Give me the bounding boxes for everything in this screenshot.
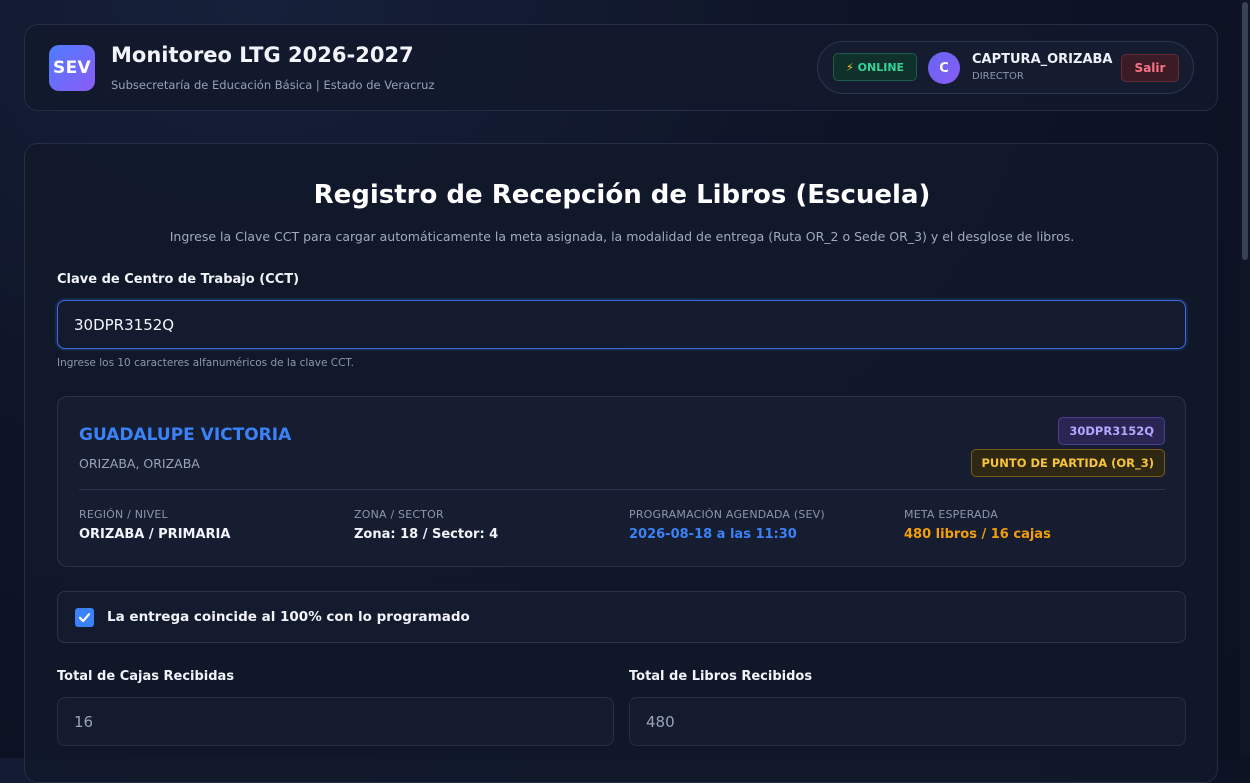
- delivery-mode-badge: PUNTO DE PARTIDA (OR_3): [970, 449, 1165, 477]
- online-status-label: ONLINE: [857, 60, 905, 74]
- region-info: REGIÓN / NIVEL ORIZABA / PRIMARIA: [79, 508, 230, 542]
- user-name: CAPTURA_ORIZABA: [972, 52, 1113, 67]
- region-value: ORIZABA / PRIMARIA: [79, 527, 231, 542]
- sev-logo: SEV: [49, 45, 95, 91]
- region-label: REGIÓN / NIVEL: [79, 508, 168, 521]
- boxes-input[interactable]: [57, 697, 614, 746]
- zone-info: ZONA / SECTOR Zona: 18 / Sector: 4: [354, 508, 498, 542]
- page-scrollbar[interactable]: [1240, 0, 1250, 758]
- school-info-panel: GUADALUPE VICTORIA ORIZABA, ORIZABA 30DP…: [57, 396, 1186, 567]
- zone-label: ZONA / SECTOR: [354, 508, 444, 521]
- user-panel: ⚡ ONLINE C CAPTURA_ORIZABA DIRECTOR Sali…: [817, 41, 1194, 94]
- goal-value: 480 libros / 16 cajas: [904, 527, 1051, 542]
- user-role: DIRECTOR: [972, 71, 1024, 82]
- goal-label: META ESPERADA: [904, 508, 998, 521]
- reception-form-card: Registro de Recepción de Libros (Escuela…: [24, 143, 1218, 783]
- form-title: Registro de Recepción de Libros (Escuela…: [313, 180, 931, 210]
- books-input[interactable]: [629, 697, 1186, 746]
- avatar: C: [928, 52, 960, 84]
- confirmation-checkbox[interactable]: [75, 608, 94, 627]
- app-title: Monitoreo LTG 2026-2027: [111, 43, 414, 67]
- school-location: ORIZABA, ORIZABA: [79, 456, 200, 471]
- lightning-icon: ⚡: [845, 60, 854, 74]
- confirmation-row[interactable]: La entrega coincide al 100% con lo progr…: [57, 591, 1186, 643]
- schedule-label: PROGRAMACIÓN AGENDADA (SEV): [629, 508, 825, 521]
- cct-badge: 30DPR3152Q: [1058, 417, 1165, 445]
- cct-input[interactable]: [57, 300, 1186, 349]
- confirmation-label: La entrega coincide al 100% con lo progr…: [107, 609, 470, 625]
- form-subtitle: Ingrese la Clave CCT para cargar automát…: [169, 229, 1075, 244]
- app-header: SEV Monitoreo LTG 2026-2027 Subsecretarí…: [24, 24, 1218, 111]
- schedule-info: PROGRAMACIÓN AGENDADA (SEV) 2026-08-18 a…: [629, 508, 825, 542]
- logout-button[interactable]: Salir: [1121, 54, 1179, 82]
- scrollbar-thumb[interactable]: [1242, 2, 1248, 260]
- cct-hint: Ingrese los 10 caracteres alfanuméricos …: [57, 357, 354, 369]
- schedule-value: 2026-08-18 a las 11:30: [629, 527, 797, 542]
- app-subtitle: Subsecretaría de Educación Básica | Esta…: [111, 78, 435, 92]
- cct-field-label: Clave de Centro de Trabajo (CCT): [57, 272, 300, 287]
- online-status-badge: ⚡ ONLINE: [833, 53, 917, 81]
- goal-info: META ESPERADA 480 libros / 16 cajas: [904, 508, 1051, 542]
- boxes-field-label: Total de Cajas Recibidas: [57, 669, 235, 684]
- school-name: GUADALUPE VICTORIA: [79, 425, 292, 445]
- check-icon: [78, 613, 91, 623]
- divider: [79, 489, 1165, 490]
- zone-value: Zona: 18 / Sector: 4: [354, 527, 499, 542]
- books-field-label: Total de Libros Recibidos: [629, 669, 813, 684]
